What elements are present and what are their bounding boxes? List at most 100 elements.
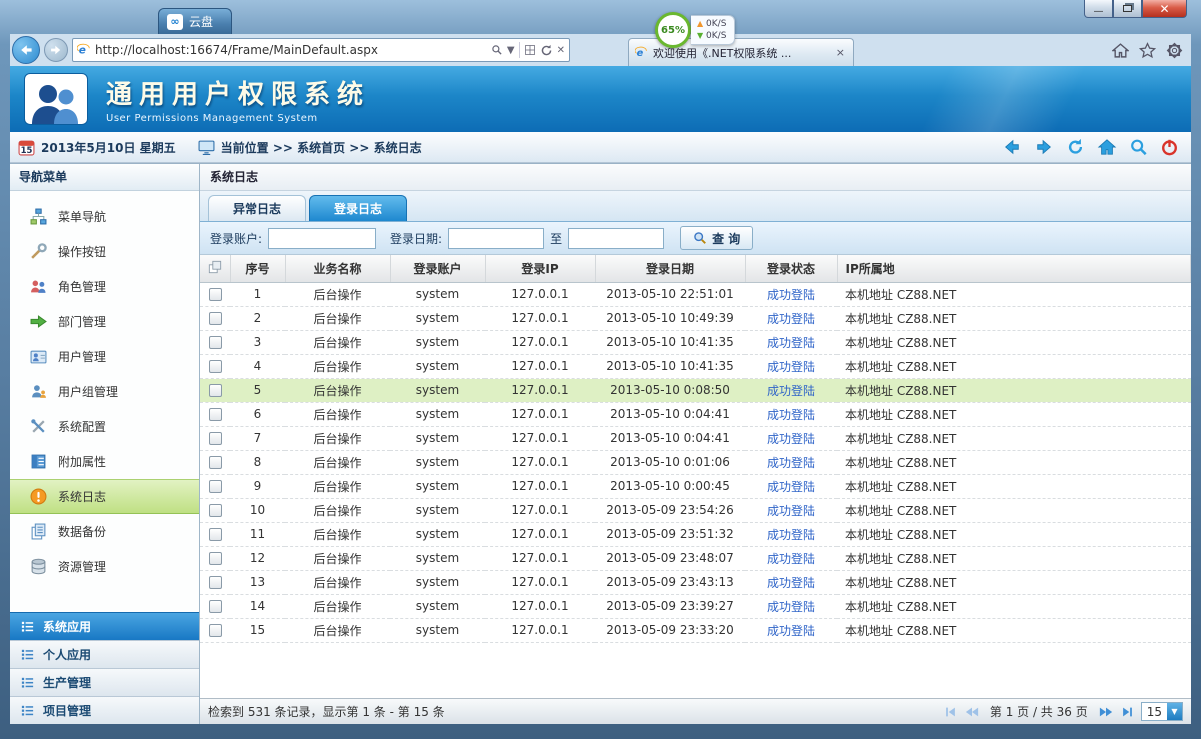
- browser-back-button[interactable]: [12, 36, 40, 64]
- row-checkbox[interactable]: [209, 624, 222, 637]
- sidebar-item-data-backup[interactable]: 数据备份: [10, 514, 199, 549]
- table-row[interactable]: 12 后台操作 system 127.0.0.1 2013-05-09 23:4…: [200, 546, 1191, 570]
- maximize-button[interactable]: [1113, 0, 1142, 18]
- search-icon[interactable]: [491, 44, 503, 56]
- address-bar[interactable]: e ▼ ✕: [72, 38, 570, 62]
- prev-page-button[interactable]: [964, 705, 980, 719]
- table-row[interactable]: 15 后台操作 system 127.0.0.1 2013-05-09 23:3…: [200, 618, 1191, 642]
- sidebar-item-resources[interactable]: 资源管理: [10, 549, 199, 584]
- cell-no: 1: [230, 282, 285, 306]
- column-header[interactable]: 登录IP: [485, 255, 595, 282]
- accordion-system-apps[interactable]: 系统应用: [10, 612, 199, 640]
- first-page-button[interactable]: [943, 705, 958, 719]
- column-header[interactable]: 业务名称: [285, 255, 390, 282]
- stop-icon[interactable]: ✕: [557, 45, 565, 56]
- nav-search-button[interactable]: [1129, 138, 1148, 156]
- tab-exception-log[interactable]: 异常日志: [208, 195, 306, 221]
- row-checkbox[interactable]: [209, 312, 222, 325]
- tab-close-icon[interactable]: ×: [834, 46, 847, 59]
- table-row[interactable]: 1 后台操作 system 127.0.0.1 2013-05-10 22:51…: [200, 282, 1191, 306]
- sidebar-item-system-logs[interactable]: 系统日志: [10, 479, 199, 514]
- table-row[interactable]: 9 后台操作 system 127.0.0.1 2013-05-10 0:00:…: [200, 474, 1191, 498]
- accordion-production[interactable]: 生产管理: [10, 668, 199, 696]
- url-input[interactable]: [95, 43, 487, 57]
- nav-power-button[interactable]: [1160, 138, 1179, 156]
- table-row[interactable]: 8 后台操作 system 127.0.0.1 2013-05-10 0:01:…: [200, 450, 1191, 474]
- close-button[interactable]: ✕: [1142, 0, 1187, 18]
- column-header[interactable]: 登录账户: [390, 255, 485, 282]
- last-page-button[interactable]: [1120, 705, 1135, 719]
- account-input[interactable]: [268, 228, 376, 249]
- row-checkbox[interactable]: [209, 600, 222, 613]
- row-checkbox[interactable]: [209, 456, 222, 469]
- tab-login-log[interactable]: 登录日志: [309, 195, 407, 221]
- table-row[interactable]: 3 后台操作 system 127.0.0.1 2013-05-10 10:41…: [200, 330, 1191, 354]
- accordion-projects[interactable]: 项目管理: [10, 696, 199, 724]
- nav-refresh-button[interactable]: [1066, 138, 1085, 156]
- table-row[interactable]: 4 后台操作 system 127.0.0.1 2013-05-10 10:41…: [200, 354, 1191, 378]
- row-checkbox[interactable]: [209, 576, 222, 589]
- tools-icon: [30, 418, 47, 435]
- select-all-header[interactable]: [200, 255, 230, 282]
- table-row[interactable]: 6 后台操作 system 127.0.0.1 2013-05-10 0:04:…: [200, 402, 1191, 426]
- table-row[interactable]: 5 后台操作 system 127.0.0.1 2013-05-10 0:08:…: [200, 378, 1191, 402]
- sidebar-item-users[interactable]: 用户管理: [10, 339, 199, 374]
- row-checkbox[interactable]: [209, 384, 222, 397]
- row-checkbox[interactable]: [209, 360, 222, 373]
- sidebar-item-user-groups[interactable]: 用户组管理: [10, 374, 199, 409]
- table-row[interactable]: 7 后台操作 system 127.0.0.1 2013-05-10 0:04:…: [200, 426, 1191, 450]
- table-row[interactable]: 10 后台操作 system 127.0.0.1 2013-05-09 23:5…: [200, 498, 1191, 522]
- nav-forward-button[interactable]: [1034, 138, 1054, 156]
- table-row[interactable]: 2 后台操作 system 127.0.0.1 2013-05-10 10:49…: [200, 306, 1191, 330]
- row-checkbox[interactable]: [209, 504, 222, 517]
- table-row[interactable]: 14 后台操作 system 127.0.0.1 2013-05-09 23:3…: [200, 594, 1191, 618]
- sidebar-item-system-config[interactable]: 系统配置: [10, 409, 199, 444]
- cell-date: 2013-05-10 0:04:41: [595, 426, 745, 450]
- sidebar-item-departments[interactable]: 部门管理: [10, 304, 199, 339]
- date-to-input[interactable]: [568, 228, 664, 249]
- cell-location: 本机地址 CZ88.NET: [837, 378, 1191, 402]
- row-checkbox[interactable]: [209, 408, 222, 421]
- date-from-input[interactable]: [448, 228, 544, 249]
- table-row[interactable]: 11 后台操作 system 127.0.0.1 2013-05-09 23:5…: [200, 522, 1191, 546]
- column-header[interactable]: 序号: [230, 255, 285, 282]
- sidebar-item-roles[interactable]: 角色管理: [10, 269, 199, 304]
- search-button[interactable]: 查 询: [680, 226, 753, 250]
- settings-gear-icon[interactable]: [1166, 42, 1183, 59]
- row-checkbox[interactable]: [209, 528, 222, 541]
- address-dropdown-icon[interactable]: ▼: [507, 45, 515, 56]
- browser-window: ∞ 云盘 — ✕ e ▼: [0, 0, 1201, 739]
- cell-account: system: [390, 546, 485, 570]
- column-header[interactable]: 登录状态: [745, 255, 837, 282]
- compatibility-icon[interactable]: [524, 44, 536, 56]
- nav-home-button[interactable]: [1097, 138, 1117, 156]
- home-icon[interactable]: [1112, 42, 1129, 59]
- green-arrow-icon: [30, 313, 47, 330]
- favorites-star-icon[interactable]: [1139, 42, 1156, 59]
- cell-no: 12: [230, 546, 285, 570]
- window-tab-cloud[interactable]: ∞ 云盘: [158, 8, 232, 34]
- row-checkbox[interactable]: [209, 552, 222, 565]
- accordion-personal-apps[interactable]: 个人应用: [10, 640, 199, 668]
- cell-ip: 127.0.0.1: [485, 306, 595, 330]
- browser-forward-button[interactable]: [44, 38, 68, 62]
- column-header[interactable]: IP所属地: [837, 255, 1191, 282]
- search-button-label: 查 询: [712, 230, 740, 247]
- network-speed-indicator[interactable]: 65% ▲ 0K/S ▼ 0K/S: [655, 12, 735, 48]
- table-row[interactable]: 13 后台操作 system 127.0.0.1 2013-05-09 23:4…: [200, 570, 1191, 594]
- row-checkbox[interactable]: [209, 432, 222, 445]
- column-header[interactable]: 登录日期: [595, 255, 745, 282]
- cell-ip: 127.0.0.1: [485, 330, 595, 354]
- sidebar-item-extra-attributes[interactable]: 附加属性: [10, 444, 199, 479]
- refresh-icon[interactable]: [540, 44, 553, 57]
- page-size-select[interactable]: 15 ▼: [1141, 702, 1183, 721]
- sidebar-item-menu-nav[interactable]: 菜单导航: [10, 199, 199, 234]
- next-page-button[interactable]: [1098, 705, 1114, 719]
- row-checkbox[interactable]: [209, 288, 222, 301]
- row-checkbox[interactable]: [209, 336, 222, 349]
- sidebar-item-action-buttons[interactable]: 操作按钮: [10, 234, 199, 269]
- layers-icon: [208, 260, 222, 274]
- nav-back-button[interactable]: [1002, 138, 1022, 156]
- row-checkbox[interactable]: [209, 480, 222, 493]
- minimize-button[interactable]: —: [1084, 0, 1113, 18]
